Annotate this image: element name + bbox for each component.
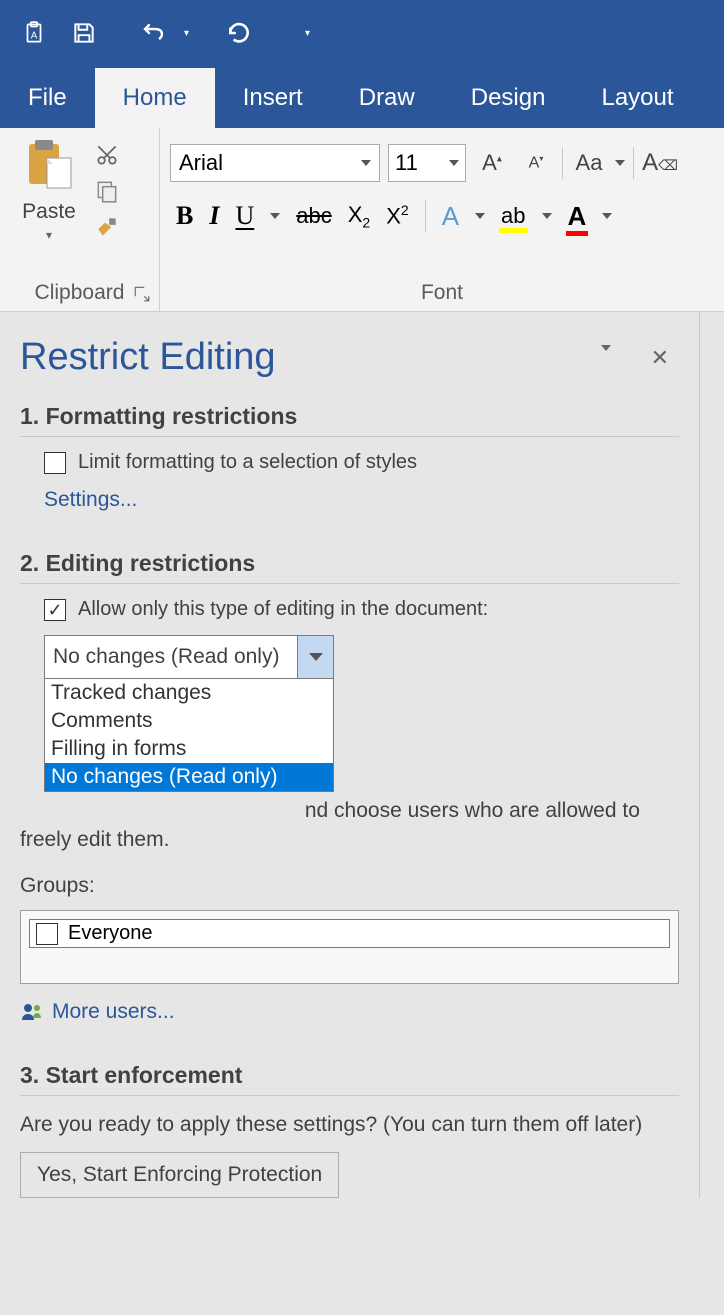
chevron-down-icon[interactable] (449, 160, 459, 166)
italic-button[interactable]: I (209, 201, 219, 231)
group-everyone-row[interactable]: Everyone (29, 919, 670, 948)
save-icon[interactable] (62, 11, 106, 55)
clear-formatting-icon[interactable]: A⌫ (642, 149, 678, 177)
paste-icon[interactable] (21, 136, 77, 192)
shrink-font-icon[interactable]: A▾ (518, 154, 554, 172)
format-painter-icon[interactable] (92, 212, 122, 242)
divider (425, 200, 426, 232)
font-color-button[interactable]: A (568, 201, 587, 232)
groups-label: Groups: (20, 871, 679, 900)
limit-formatting-label: Limit formatting to a selection of style… (78, 451, 417, 474)
allow-editing-checkbox[interactable] (44, 599, 66, 621)
enforcement-prompt: Are you ready to apply these settings? (… (20, 1110, 679, 1139)
divider (633, 147, 634, 179)
clipboard-group-label: Clipboard (0, 277, 159, 311)
chevron-down-icon[interactable] (542, 213, 552, 219)
pane-options-icon[interactable] (601, 345, 611, 351)
qat-customize-icon[interactable]: ▾ (287, 28, 312, 39)
close-icon[interactable]: ✕ (651, 345, 669, 371)
section-editing-heading: 2. Editing restrictions (20, 550, 679, 584)
ribbon-group-font: Arial 11 A▴ A▾ Aa A⌫ B I U abc X2 (160, 128, 724, 311)
quick-access-toolbar: A ▾ ▾ (0, 0, 724, 66)
undo-icon[interactable] (132, 11, 176, 55)
ribbon-group-clipboard: Paste ▾ (0, 128, 160, 311)
copy-icon[interactable] (92, 176, 122, 206)
divider (562, 147, 563, 179)
start-enforcing-button[interactable]: Yes, Start Enforcing Protection (20, 1152, 339, 1198)
tab-insert[interactable]: Insert (215, 68, 331, 128)
superscript-button[interactable]: X2 (386, 202, 408, 229)
dropdown-toggle-button[interactable] (297, 636, 333, 678)
settings-link[interactable]: Settings... (44, 488, 679, 512)
ribbon-tabs: File Home Insert Draw Design Layout (0, 66, 724, 128)
everyone-checkbox[interactable] (36, 923, 58, 945)
everyone-label: Everyone (68, 922, 153, 945)
groups-box: Everyone (20, 910, 679, 984)
chevron-down-icon[interactable] (615, 160, 625, 166)
paste-button[interactable]: Paste (22, 200, 76, 224)
underline-button[interactable]: U (235, 201, 254, 231)
font-size-input[interactable]: 11 (388, 144, 466, 182)
allow-editing-label: Allow only this type of editing in the d… (78, 598, 488, 621)
font-group-label: Font (160, 277, 724, 311)
editing-type-dropdown[interactable]: No changes (Read only) (44, 635, 334, 679)
paste-dropdown-icon[interactable]: ▾ (46, 228, 52, 242)
dropdown-value: No changes (Read only) (45, 645, 287, 669)
limit-formatting-checkbox[interactable] (44, 452, 66, 474)
section-formatting-heading: 1. Formatting restrictions (20, 403, 679, 437)
dropdown-option-tracked-changes[interactable]: Tracked changes (45, 679, 333, 707)
restrict-editing-pane: Restrict Editing ✕ 1. Formatting restric… (0, 312, 700, 1198)
editing-type-dropdown-list: Tracked changes Comments Filling in form… (44, 679, 334, 792)
chevron-down-icon[interactable] (361, 160, 371, 166)
svg-text:A: A (31, 30, 38, 41)
subscript-button[interactable]: X2 (348, 202, 370, 230)
dropdown-option-comments[interactable]: Comments (45, 707, 333, 735)
bold-button[interactable]: B (176, 201, 193, 231)
tab-file[interactable]: File (0, 68, 95, 128)
exceptions-text: Select parts of the document and choose … (20, 796, 679, 855)
dropdown-option-no-changes[interactable]: No changes (Read only) (45, 763, 333, 791)
dropdown-option-filling-forms[interactable]: Filling in forms (45, 735, 333, 763)
strikethrough-button[interactable]: abc (296, 203, 331, 229)
pane-title: Restrict Editing (20, 336, 276, 379)
chevron-down-icon[interactable] (602, 213, 612, 219)
tab-home[interactable]: Home (95, 68, 215, 128)
chevron-down-icon (309, 653, 323, 661)
chevron-down-icon[interactable] (270, 213, 280, 219)
tab-design[interactable]: Design (443, 68, 574, 128)
ribbon: Paste ▾ (0, 128, 724, 312)
tab-draw[interactable]: Draw (331, 68, 443, 128)
cut-icon[interactable] (92, 140, 122, 170)
undo-dropdown-icon[interactable]: ▾ (182, 28, 191, 39)
grow-font-icon[interactable]: A▴ (474, 150, 510, 176)
text-effects-button[interactable]: A (442, 201, 459, 232)
change-case-icon[interactable]: Aa (571, 150, 607, 176)
clipboard-launcher-icon[interactable] (133, 285, 151, 303)
chevron-down-icon[interactable] (475, 213, 485, 219)
section-enforcement-heading: 3. Start enforcement (20, 1062, 679, 1096)
font-name-input[interactable]: Arial (170, 144, 380, 182)
redo-icon[interactable] (217, 11, 261, 55)
qat-clipboard-icon[interactable]: A (12, 11, 56, 55)
users-icon (20, 1002, 44, 1022)
more-users-link[interactable]: More users... (20, 1000, 679, 1024)
tab-layout[interactable]: Layout (573, 68, 701, 128)
highlight-button[interactable]: ab (501, 203, 525, 229)
